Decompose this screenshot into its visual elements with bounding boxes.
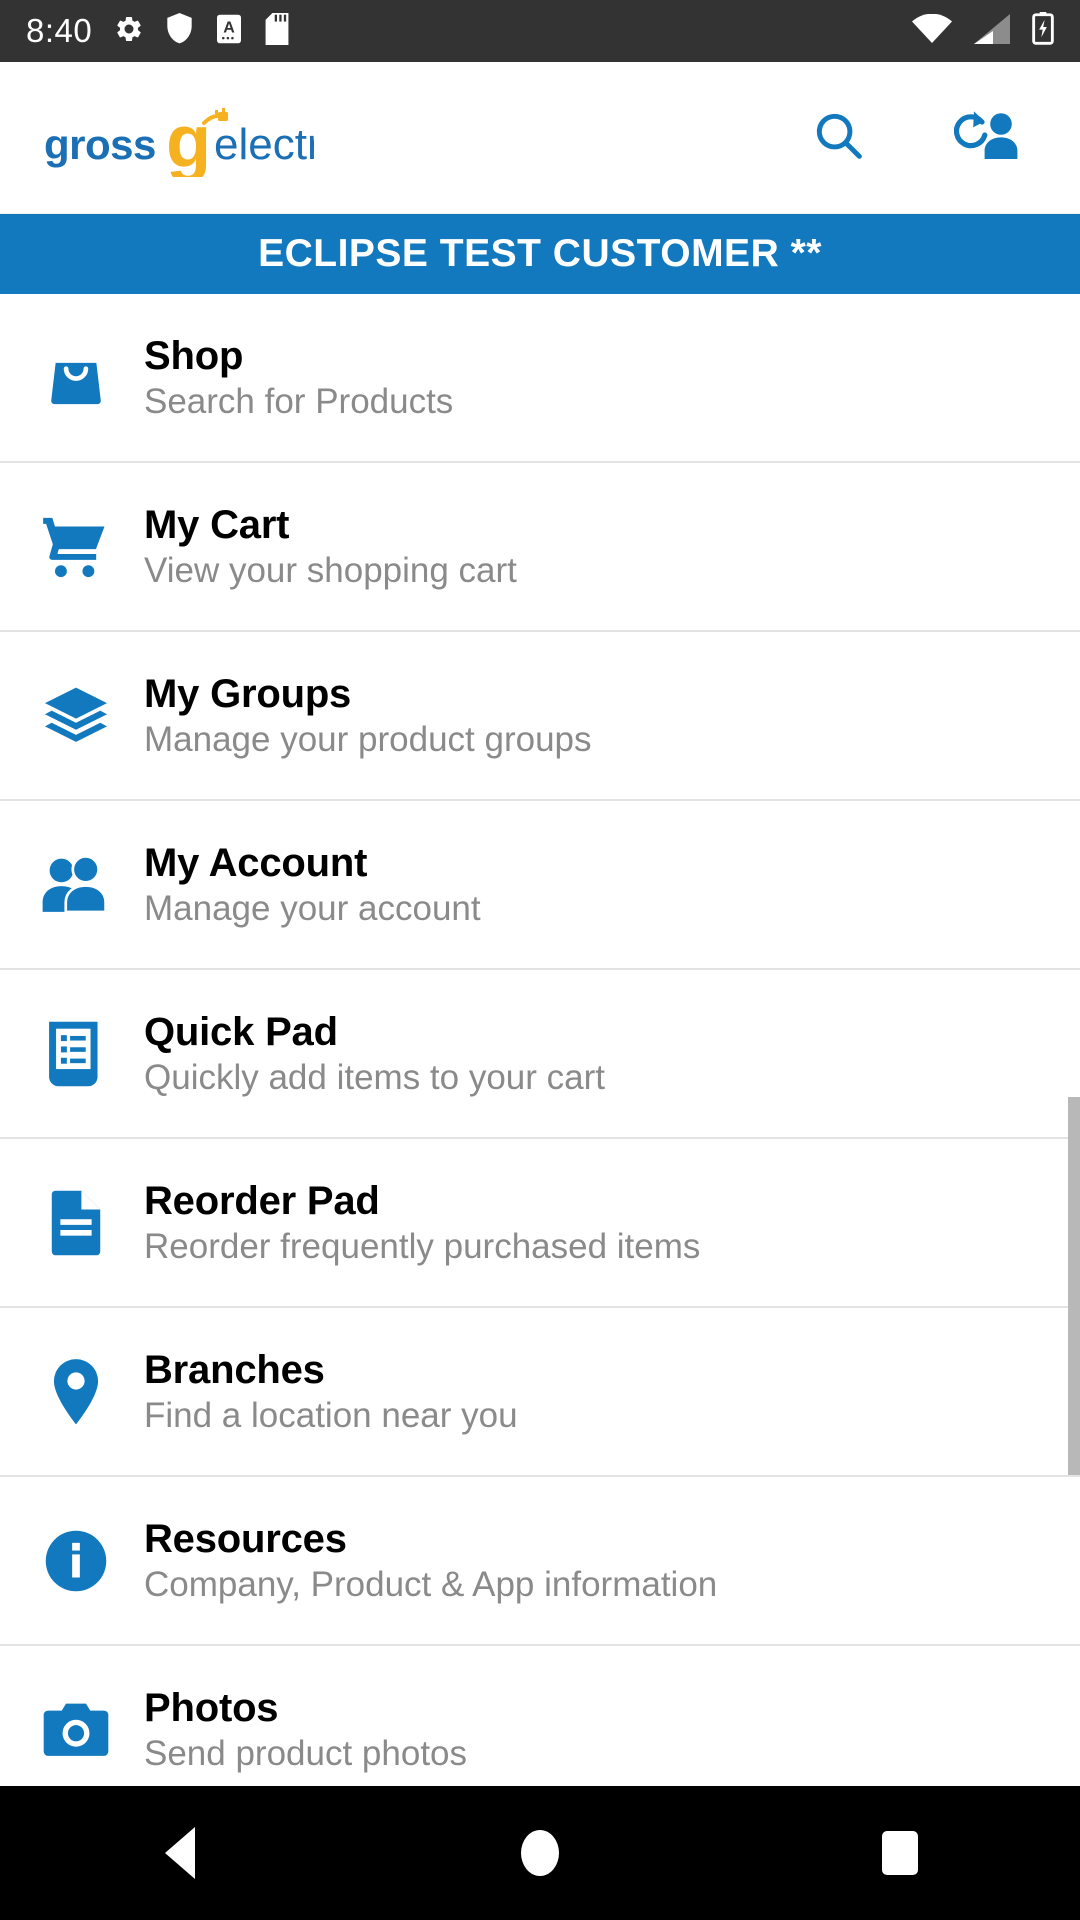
menu-item-title: Branches (144, 1347, 325, 1392)
search-icon (811, 108, 865, 167)
nav-home-button[interactable] (470, 1786, 610, 1920)
menu-item-text: Photos Send product photos (144, 1686, 467, 1774)
search-button[interactable] (802, 102, 874, 174)
menu-item-title: Resources (144, 1516, 347, 1561)
switch-customer-button[interactable] (950, 102, 1022, 174)
menu-item-title: My Groups (144, 671, 352, 716)
shield-icon (166, 13, 193, 49)
map-pin-icon (30, 1346, 122, 1438)
menu-item-subtitle: Find a location near you (144, 1396, 518, 1436)
menu-item-text: Shop Search for Products (144, 334, 453, 422)
menu-item-subtitle: Company, Product & App information (144, 1565, 718, 1605)
vertical-scrollbar[interactable] (1068, 1097, 1080, 1475)
list-pad-icon (30, 1008, 122, 1100)
sd-card-icon (265, 12, 289, 50)
menu-item-title: My Account (144, 840, 368, 885)
phone-screen: 8:40 A gross g elect ECLIPSE TEST CUSTOM… (0, 0, 1080, 1920)
menu-item-title: Reorder Pad (144, 1178, 380, 1223)
menu-item-title: My Cart (144, 502, 290, 547)
menu-item-subtitle: Search for Products (144, 382, 454, 422)
customer-banner[interactable]: ECLIPSE TEST CUSTOMER ** (0, 214, 1080, 294)
nav-back-button[interactable] (110, 1786, 250, 1920)
svg-text:A: A (223, 19, 235, 36)
menu-item-text: Branches Find a location near you (144, 1348, 518, 1436)
menu-item-resources[interactable]: Resources Company, Product & App informa… (0, 1477, 1080, 1646)
menu-item-title: Quick Pad (144, 1009, 338, 1054)
menu-item-text: Quick Pad Quickly add items to your cart (144, 1010, 605, 1098)
cell-signal-icon (974, 13, 1010, 49)
status-bar: 8:40 A (0, 0, 1080, 62)
circle-icon (521, 1830, 559, 1876)
menu-item-text: My Account Manage your account (144, 841, 481, 929)
gear-icon (114, 14, 144, 49)
svg-text:gross: gross (44, 121, 156, 168)
wifi-icon (912, 13, 952, 49)
app-header: gross g electric (0, 62, 1080, 214)
info-circle-icon (30, 1515, 122, 1607)
document-icon (30, 1177, 122, 1269)
shopping-cart-icon (30, 501, 122, 593)
menu-item-subtitle: Manage your product groups (144, 720, 592, 760)
menu-item-branches[interactable]: Branches Find a location near you (0, 1308, 1080, 1477)
menu-item-photos[interactable]: Photos Send product photos (0, 1646, 1080, 1786)
menu-item-text: Reorder Pad Reorder frequently purchased… (144, 1179, 700, 1267)
menu-item-subtitle: Manage your account (144, 889, 481, 929)
menu-item-subtitle: View your shopping cart (144, 551, 517, 591)
battery-charging-icon (1032, 12, 1054, 50)
android-nav-bar (0, 1786, 1080, 1920)
menu-item-my-account[interactable]: My Account Manage your account (0, 801, 1080, 970)
switch-user-icon (953, 108, 1018, 167)
people-icon (30, 839, 122, 931)
svg-text:g: g (166, 100, 211, 177)
menu-item-text: Resources Company, Product & App informa… (144, 1517, 717, 1605)
menu-item-quick-pad[interactable]: Quick Pad Quickly add items to your cart (0, 970, 1080, 1139)
menu-item-subtitle: Reorder frequently purchased items (144, 1227, 701, 1267)
status-clock: 8:40 (26, 12, 93, 49)
menu-item-my-cart[interactable]: My Cart View your shopping cart (0, 463, 1080, 632)
menu-item-subtitle: Quickly add items to your cart (144, 1058, 605, 1098)
customer-banner-text: ECLIPSE TEST CUSTOMER ** (258, 232, 822, 275)
shopping-bag-icon (30, 332, 122, 424)
text-a-icon: A (215, 13, 243, 50)
layers-icon (30, 670, 122, 762)
nav-recents-button[interactable] (830, 1786, 970, 1920)
menu-item-title: Photos (144, 1685, 279, 1730)
menu-item-reorder-pad[interactable]: Reorder Pad Reorder frequently purchased… (0, 1139, 1080, 1308)
menu-item-shop[interactable]: Shop Search for Products (0, 294, 1080, 463)
menu-item-text: My Cart View your shopping cart (144, 503, 517, 591)
menu-item-text: My Groups Manage your product groups (144, 672, 592, 760)
square-icon (882, 1831, 918, 1875)
menu-item-subtitle: Send product photos (144, 1734, 468, 1774)
main-menu-list[interactable]: Shop Search for Products My Cart View yo… (0, 294, 1080, 1786)
menu-item-my-groups[interactable]: My Groups Manage your product groups (0, 632, 1080, 801)
triangle-left-icon (165, 1827, 195, 1879)
menu-item-title: Shop (144, 333, 244, 378)
status-bar-right (912, 12, 1054, 50)
app-header-actions (802, 102, 1046, 174)
brand-logo[interactable]: gross g electric (44, 62, 314, 213)
status-bar-left: 8:40 A (26, 12, 289, 50)
camera-icon (30, 1684, 122, 1776)
svg-text:electric: electric (214, 120, 314, 169)
